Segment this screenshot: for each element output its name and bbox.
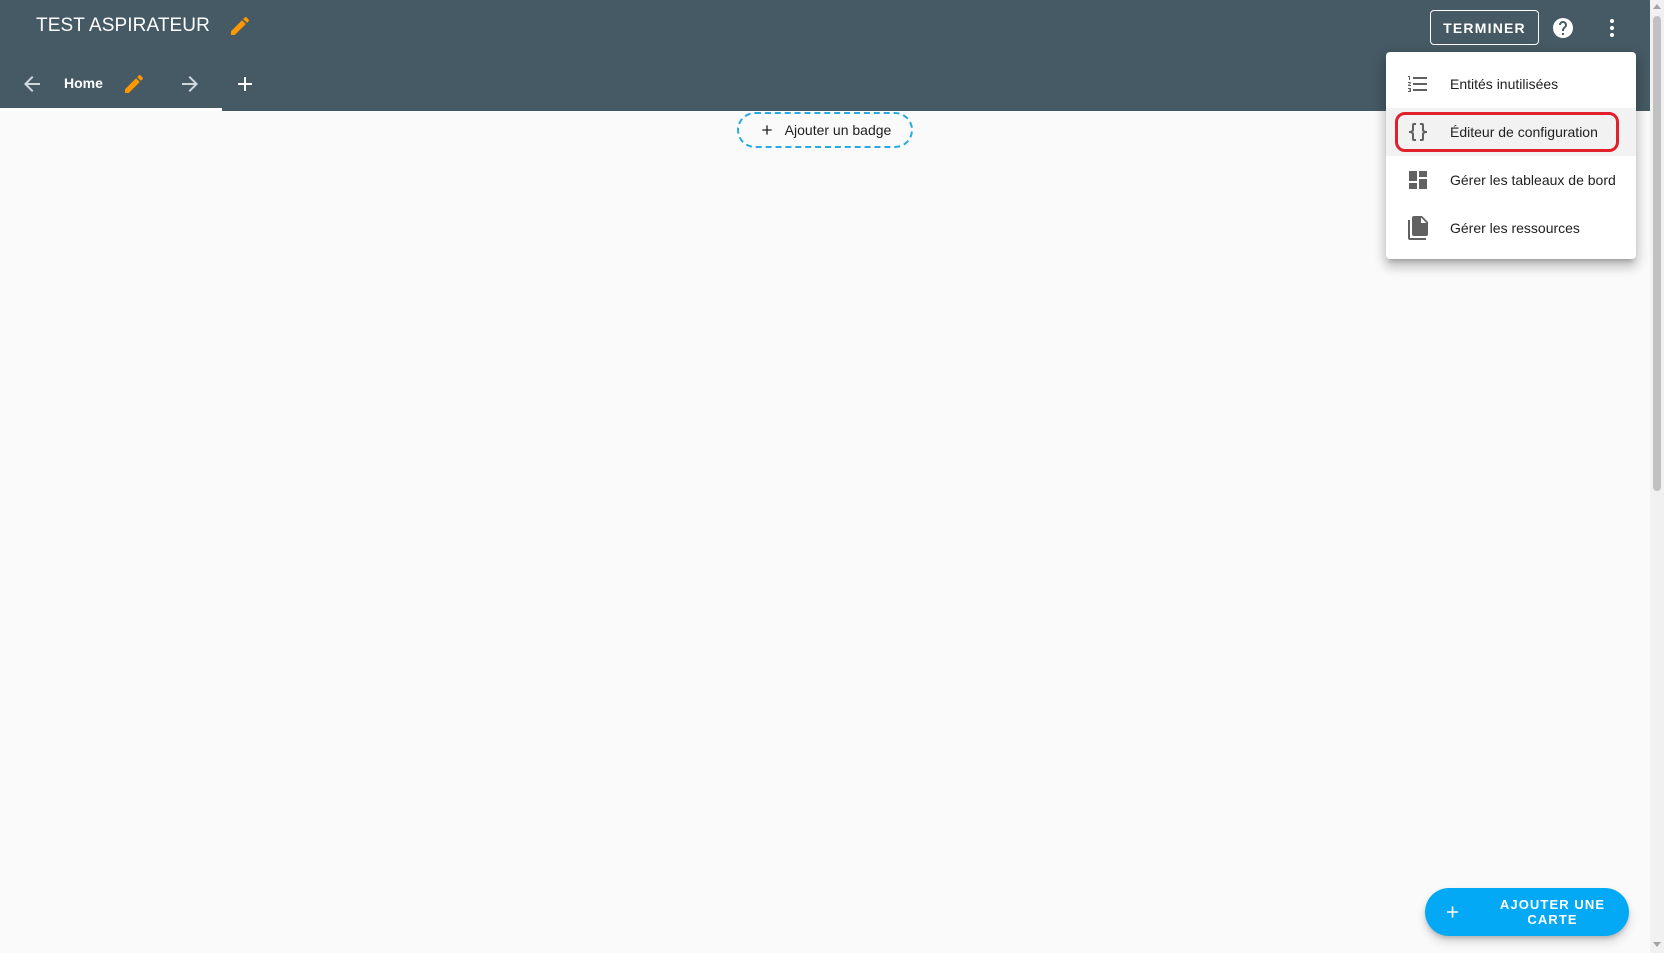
format-list-numbered-icon	[1406, 72, 1430, 96]
edit-title-pencil-icon[interactable]	[228, 14, 252, 38]
dots-vertical-icon[interactable]	[1600, 16, 1624, 40]
menu-label-unused-entities: Entités inutilisées	[1450, 76, 1559, 92]
menu-item-config-editor[interactable]: Éditeur de configuration	[1386, 108, 1636, 156]
app-root: TEST ASPIRATEUR TERMINER Home Ajouter un…	[0, 0, 1664, 953]
add-view-plus-icon[interactable]	[233, 72, 257, 96]
overflow-menu: Entités inutilisées Éditeur de configura…	[1386, 52, 1636, 259]
dashboard-title: TEST ASPIRATEUR	[36, 15, 210, 36]
menu-label-manage-dashboards: Gérer les tableaux de bord	[1450, 172, 1616, 188]
code-braces-icon	[1406, 120, 1430, 144]
scroll-down-arrow-icon[interactable]	[1653, 942, 1661, 947]
tab-home[interactable]: Home	[64, 75, 103, 91]
add-card-label: AJOUTER UNE CARTE	[1499, 897, 1606, 927]
done-button[interactable]: TERMINER	[1430, 10, 1539, 45]
menu-item-unused-entities[interactable]: Entités inutilisées	[1386, 60, 1636, 108]
move-view-right-arrow-right-icon[interactable]	[178, 72, 202, 96]
plus-icon	[762, 125, 772, 135]
help-circle-icon[interactable]	[1551, 16, 1575, 40]
page-scrollbar[interactable]	[1650, 0, 1664, 953]
move-view-left-arrow-left-icon[interactable]	[20, 72, 44, 96]
edit-view-pencil-icon[interactable]	[122, 72, 146, 96]
add-badge-label: Ajouter un badge	[784, 122, 892, 138]
menu-item-manage-resources[interactable]: Gérer les ressources	[1386, 204, 1636, 252]
view-dashboard-icon	[1406, 168, 1430, 192]
menu-label-manage-resources: Gérer les ressources	[1450, 220, 1580, 236]
dashboard-title-row: TEST ASPIRATEUR	[36, 14, 252, 38]
add-badge-button[interactable]: Ajouter un badge	[737, 112, 913, 148]
scroll-up-arrow-icon[interactable]	[1653, 4, 1661, 9]
menu-item-manage-dashboards[interactable]: Gérer les tableaux de bord	[1386, 156, 1636, 204]
plus-icon	[1446, 906, 1459, 918]
add-card-button[interactable]: AJOUTER UNE CARTE	[1425, 888, 1629, 936]
active-tab-indicator	[0, 108, 222, 111]
menu-label-config-editor: Éditeur de configuration	[1450, 124, 1598, 140]
scrollbar-thumb[interactable]	[1653, 16, 1661, 491]
file-multiple-icon	[1406, 216, 1430, 240]
